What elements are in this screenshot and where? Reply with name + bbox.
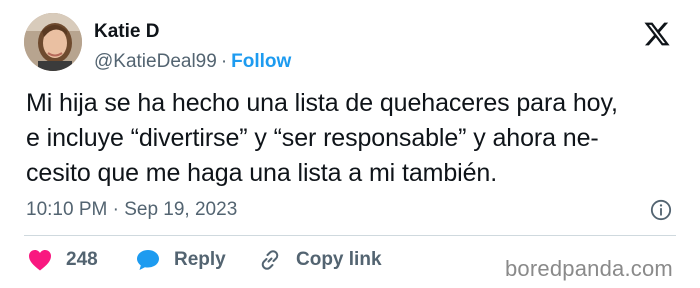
tweet-text: Mi hija se ha hecho una lista de quehace… (26, 86, 686, 191)
copy-link-label: Copy link (296, 249, 382, 270)
divider (24, 235, 676, 236)
tweet-card: Katie D @KatieDeal99 · Follow Mi hija se h… (0, 0, 700, 288)
author-name[interactable]: Katie D (94, 21, 159, 43)
link-icon (261, 250, 279, 270)
author-handle[interactable]: @KatieDeal99 (94, 51, 217, 72)
avatar[interactable] (24, 13, 82, 71)
x-logo-icon[interactable] (642, 20, 672, 48)
avatar-photo (24, 13, 82, 71)
copy-link-button[interactable]: Copy link (258, 247, 382, 273)
reply-label: Reply (174, 249, 226, 270)
speech-bubble-icon (137, 250, 159, 270)
separator-dot: · (220, 51, 228, 72)
follow-button[interactable]: Follow (231, 51, 291, 72)
tweet-timestamp[interactable]: 10:10 PM · Sep 19, 2023 (26, 199, 237, 221)
watermark: boredpanda.com (505, 256, 673, 281)
author-handle-row: @KatieDeal99 · Follow (94, 51, 291, 73)
like-button[interactable]: 248 (28, 247, 98, 273)
info-icon[interactable] (650, 199, 672, 221)
tweet-text-line: cesito que me haga una lista a mi tambié… (26, 159, 498, 187)
like-count: 248 (66, 249, 98, 270)
tweet-text-line: e incluye “divertirse” y “ser responsabl… (26, 124, 599, 152)
heart-icon (29, 250, 51, 271)
tweet-text-line: Mi hija se ha hecho una lista de quehace… (26, 89, 618, 117)
reply-button[interactable]: Reply (136, 247, 226, 273)
